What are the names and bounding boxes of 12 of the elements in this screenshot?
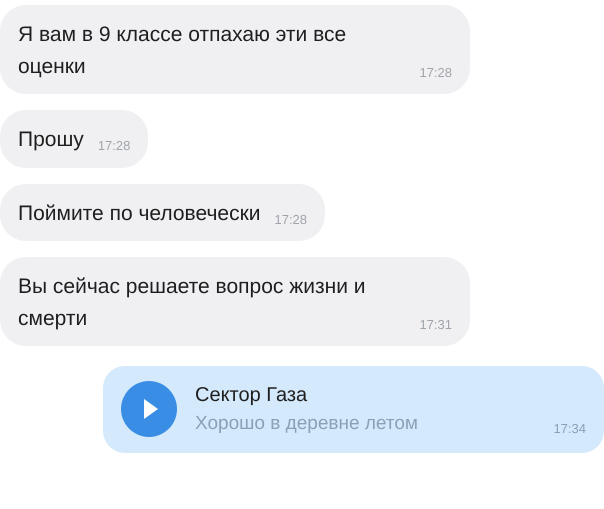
message-text: Я вам в 9 классе отпахаю эти все оценки [18, 22, 348, 80]
message-time: 17:28 [419, 64, 452, 82]
track-title: Сектор Газа [195, 383, 308, 408]
message-time: 17:28 [98, 137, 130, 155]
message-text: Прошу [18, 127, 84, 153]
message-text: Поймите по человечески [18, 200, 260, 226]
play-icon[interactable] [121, 381, 177, 438]
message-time: 17:28 [274, 210, 308, 228]
track-artist: Хорошо в деревне летом [195, 412, 419, 436]
message-text: Вы сейчас решаете вопрос жизни и смерти [18, 274, 367, 332]
message-time: 17:34 [553, 420, 586, 438]
message-time: 17:31 [419, 316, 452, 334]
